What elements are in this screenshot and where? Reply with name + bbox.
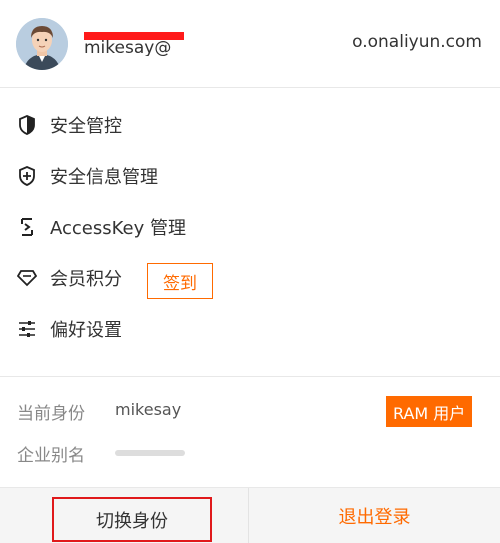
switch-identity-button[interactable]: 切换身份 bbox=[52, 497, 212, 542]
account-email: mikesay@ o.onaliyun.com bbox=[84, 32, 484, 56]
account-header: mikesay@ o.onaliyun.com bbox=[0, 0, 500, 88]
menu-item-member-points[interactable]: 会员积分 签到 bbox=[0, 254, 500, 302]
account-suffix: o.onaliyun.com bbox=[346, 32, 482, 52]
current-identity-label: 当前身份 bbox=[17, 404, 85, 424]
menu-item-label: AccessKey 管理 bbox=[50, 218, 186, 239]
identity-section: 当前身份 mikesay RAM 用户 企业别名 bbox=[0, 377, 500, 487]
menu-item-accesskey[interactable]: AccessKey 管理 bbox=[0, 203, 500, 251]
enterprise-alias-row: 企业别名 bbox=[17, 438, 487, 468]
enterprise-alias-value bbox=[115, 442, 185, 461]
menu-item-label: 偏好设置 bbox=[50, 320, 122, 341]
account-prefix: mikesay@ bbox=[84, 38, 172, 56]
current-identity-value: mikesay bbox=[115, 400, 182, 419]
shield-plus-icon bbox=[17, 166, 37, 186]
logout-button[interactable]: 退出登录 bbox=[249, 488, 500, 543]
footer-actions: 切换身份 退出登录 bbox=[0, 487, 500, 543]
diamond-icon bbox=[17, 268, 37, 288]
signin-button[interactable]: 签到 bbox=[147, 263, 213, 299]
menu-item-security-control[interactable]: 安全管控 bbox=[0, 101, 500, 149]
sliders-icon bbox=[17, 319, 37, 339]
avatar-image bbox=[16, 18, 68, 70]
shield-icon bbox=[17, 115, 37, 135]
menu-item-label: 安全管控 bbox=[50, 116, 122, 137]
menu-item-preferences[interactable]: 偏好设置 bbox=[0, 305, 500, 353]
menu-item-security-info[interactable]: 安全信息管理 bbox=[0, 152, 500, 200]
redacted-value bbox=[115, 449, 185, 456]
ram-user-badge: RAM 用户 bbox=[386, 396, 473, 427]
menu-item-label: 安全信息管理 bbox=[50, 167, 158, 188]
menu-item-label: 会员积分 bbox=[50, 269, 122, 290]
current-identity-row: 当前身份 mikesay RAM 用户 bbox=[17, 396, 487, 427]
avatar[interactable] bbox=[16, 18, 68, 70]
account-redaction-bar bbox=[84, 32, 184, 40]
key-bracket-icon bbox=[17, 217, 37, 237]
enterprise-alias-label: 企业别名 bbox=[17, 446, 85, 466]
